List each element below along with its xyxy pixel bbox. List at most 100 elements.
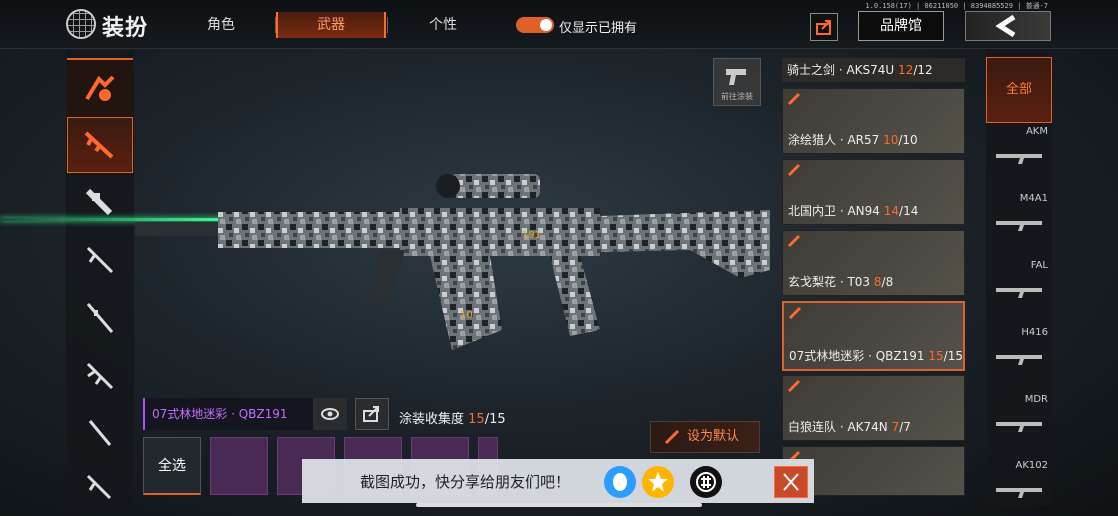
eye-icon bbox=[321, 408, 339, 420]
owned-only-toggle[interactable] bbox=[516, 17, 554, 33]
category-pistol[interactable] bbox=[67, 460, 133, 516]
skin-item[interactable]: 骑士之剑 · AKS74U 12/12 bbox=[782, 58, 965, 82]
weapon-label[interactable]: AK102 bbox=[986, 460, 1049, 471]
skin-owned: 12 bbox=[898, 63, 914, 77]
tab-character[interactable]: 角色 bbox=[166, 12, 276, 38]
page-title: 装扮 bbox=[102, 16, 149, 41]
skin-item[interactable]: 白狼连队 · AK74N 7/7 bbox=[782, 375, 965, 441]
spray-icon bbox=[787, 234, 801, 248]
category-shotgun[interactable] bbox=[67, 232, 133, 288]
svg-text:10: 10 bbox=[460, 310, 473, 321]
qzone-share-button[interactable] bbox=[642, 466, 674, 498]
close-icon bbox=[783, 473, 799, 491]
rifle-icon[interactable] bbox=[994, 280, 1044, 300]
rifle-icon[interactable] bbox=[994, 480, 1044, 500]
rifle-icon[interactable] bbox=[994, 414, 1044, 434]
emblem-icon bbox=[85, 75, 115, 101]
owned-only-label: 仅显示已拥有 bbox=[559, 21, 638, 36]
preview-button[interactable] bbox=[313, 398, 347, 430]
skin-total: 12 bbox=[917, 63, 933, 77]
rifle-icon[interactable] bbox=[994, 213, 1044, 233]
share-button[interactable] bbox=[810, 13, 838, 41]
go-to-skin-button[interactable]: 前往涂装 bbox=[713, 58, 761, 106]
back-button[interactable] bbox=[965, 11, 1051, 41]
current-skin-name: 07式林地迷彩 · QBZ191 ••• bbox=[143, 398, 313, 453]
skin-total: 14 bbox=[903, 204, 919, 218]
collection-label: 涂装收集度 bbox=[399, 412, 465, 427]
skin-item[interactable]: 北国内卫 · AN94 14/14 bbox=[782, 159, 965, 225]
collection-owned: 15 bbox=[468, 412, 485, 427]
weapon-label[interactable]: AKM bbox=[986, 126, 1048, 137]
skin-owned: 10 bbox=[883, 133, 899, 147]
brand-hall-button[interactable]: 品牌馆 bbox=[858, 11, 944, 41]
category-smg[interactable] bbox=[67, 175, 133, 231]
share-icon bbox=[363, 406, 379, 422]
shotgun-icon bbox=[86, 246, 114, 274]
category-assault-rifle[interactable] bbox=[67, 117, 133, 173]
qq-icon bbox=[613, 473, 627, 491]
toast-message: 截图成功，快分享给朋友们吧！ bbox=[360, 473, 571, 491]
skin-item-selected[interactable]: 07式林地迷彩 · QBZ191 15/15 bbox=[782, 301, 965, 371]
tab-personality[interactable]: 个性 bbox=[388, 12, 498, 38]
skin-owned: 8 bbox=[873, 275, 882, 289]
version-text: 1.0.158(17) | 06211050 | 8394885529 | 普通… bbox=[865, 2, 1048, 10]
select-all-button[interactable]: 全选 bbox=[143, 437, 201, 495]
share-icon bbox=[816, 20, 831, 35]
pistol-icon bbox=[86, 474, 112, 500]
lmg-icon bbox=[86, 362, 114, 390]
spray-icon bbox=[787, 379, 801, 393]
tab-weapon[interactable]: 武器 bbox=[276, 12, 386, 38]
skin-total: 7 bbox=[903, 420, 911, 434]
back-arrow-icon bbox=[995, 14, 1016, 38]
skin-name: 白狼连队 · AK74N bbox=[788, 420, 888, 434]
collection-progress: 涂装收集度 15/15 bbox=[399, 408, 506, 427]
skin-item[interactable]: 玄戈梨花 · T03 8/8 bbox=[782, 230, 965, 296]
smg-icon bbox=[85, 188, 113, 216]
go-to-skin-label: 前往涂装 bbox=[721, 92, 753, 101]
app-share-button[interactable] bbox=[690, 466, 722, 498]
skin-item[interactable]: 涂绘猎人 · AR57 10/10 bbox=[782, 88, 965, 154]
collection-total: /15 bbox=[484, 412, 506, 427]
current-skin-text: 07式林地迷彩 · QBZ191 bbox=[152, 407, 288, 421]
skin-name: 涂绘猎人 · AR57 bbox=[788, 133, 880, 147]
spray-icon bbox=[664, 429, 680, 445]
weapon-label[interactable]: H416 bbox=[986, 327, 1048, 338]
skin-owned: 14 bbox=[883, 204, 900, 218]
attachment-slot[interactable] bbox=[210, 437, 268, 495]
weapon-label[interactable]: M4A1 bbox=[986, 193, 1048, 204]
category-emblem[interactable] bbox=[67, 58, 133, 116]
skin-total: 10 bbox=[902, 133, 918, 147]
app-logo-icon bbox=[696, 472, 716, 492]
weapon-model[interactable]: 191 10 bbox=[130, 160, 780, 380]
skin-name: 07式林地迷彩 · QBZ191 bbox=[789, 349, 925, 363]
home-indicator[interactable] bbox=[416, 503, 702, 507]
spray-icon bbox=[788, 306, 802, 320]
marksman-rifle-icon bbox=[88, 420, 112, 446]
spray-gun-icon bbox=[726, 69, 746, 85]
rifle-icon[interactable] bbox=[994, 146, 1044, 166]
globe-logo-icon bbox=[66, 9, 96, 39]
category-lmg[interactable] bbox=[67, 348, 133, 404]
qq-share-button[interactable] bbox=[604, 466, 636, 498]
skin-name: 北国内卫 · AN94 bbox=[788, 204, 880, 218]
star-icon bbox=[648, 472, 668, 492]
rifle-icon[interactable] bbox=[994, 347, 1044, 367]
set-default-button[interactable]: 设为默认 bbox=[650, 421, 760, 453]
svg-text:191: 191 bbox=[522, 230, 541, 241]
share-skin-button[interactable] bbox=[355, 398, 389, 430]
all-weapons-button[interactable]: 全部 bbox=[986, 57, 1052, 123]
skin-owned: 15 bbox=[928, 349, 944, 363]
spray-icon bbox=[787, 163, 801, 177]
skin-name: 骑士之剑 · AKS74U bbox=[787, 63, 895, 77]
close-toast-button[interactable] bbox=[774, 466, 808, 498]
skin-owned: 7 bbox=[891, 420, 900, 434]
skin-total: 15 bbox=[947, 349, 963, 363]
weapon-label[interactable]: MDR bbox=[986, 394, 1048, 405]
weapon-label[interactable]: FAL bbox=[986, 260, 1048, 271]
assault-rifle-icon bbox=[84, 131, 114, 159]
category-marksman[interactable] bbox=[67, 405, 133, 461]
skin-total: 8 bbox=[885, 275, 894, 289]
skin-name: 玄戈梨花 · T03 bbox=[788, 275, 871, 289]
category-sniper[interactable] bbox=[67, 290, 133, 346]
sniper-rifle-icon bbox=[86, 303, 114, 333]
